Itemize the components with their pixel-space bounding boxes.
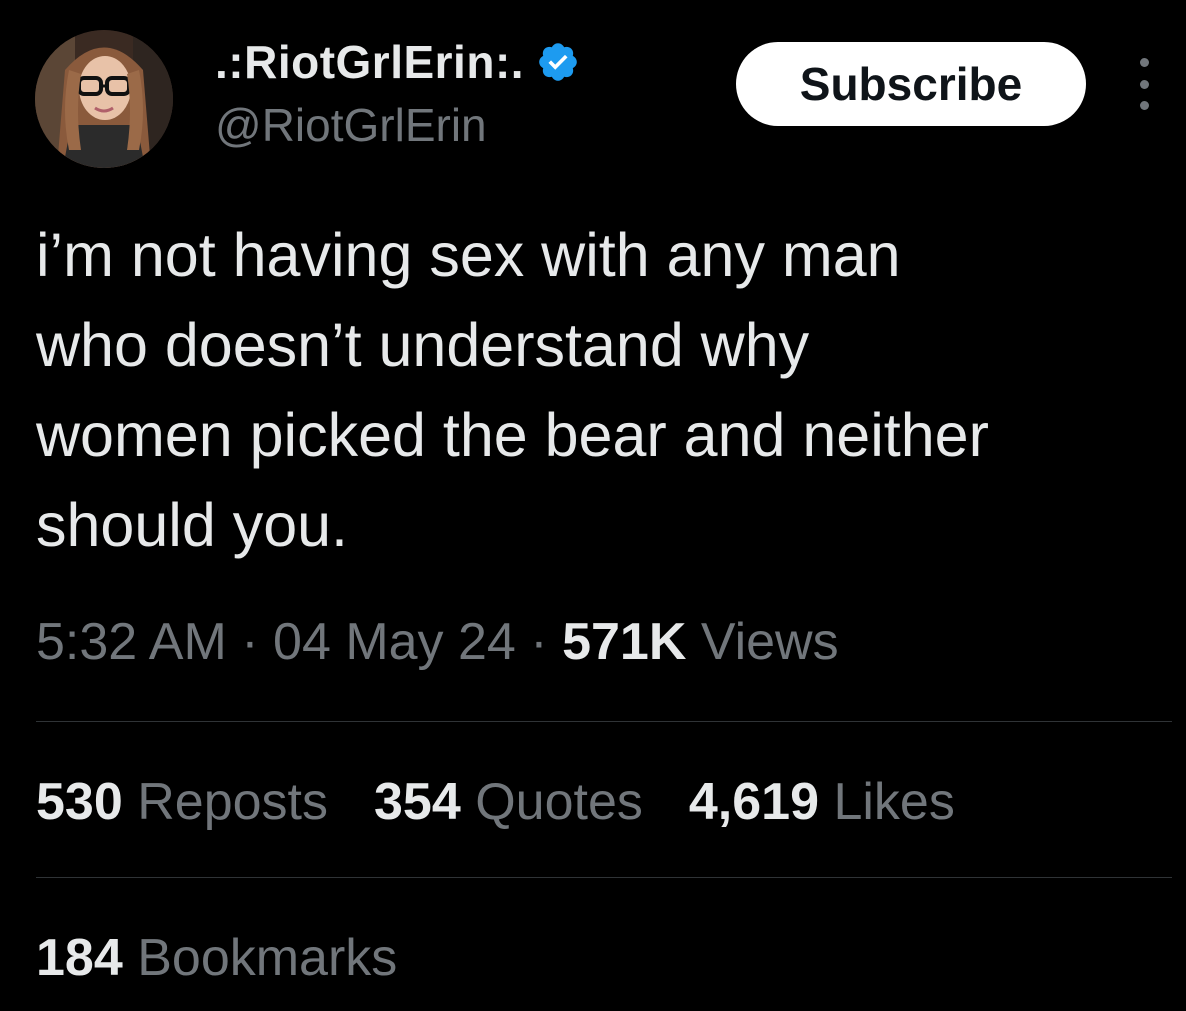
- avatar-photo: [35, 30, 173, 168]
- tweet-date[interactable]: 04 May 24: [273, 613, 516, 671]
- meta-separator: ·: [241, 613, 259, 671]
- tweet-text: i’m not having sex with any man who does…: [36, 221, 989, 559]
- more-vertical-icon[interactable]: [1124, 58, 1164, 110]
- author-display-name[interactable]: .:RiotGrlErin:.: [215, 35, 524, 89]
- divider: [36, 721, 1172, 722]
- tweet-time[interactable]: 5:32 AM: [36, 613, 227, 671]
- bookmarks-stat[interactable]: 184 Bookmarks: [36, 928, 397, 988]
- views-label: Views: [700, 613, 839, 671]
- author-name-row: .:RiotGrlErin:.: [215, 34, 580, 90]
- likes-label: Likes: [833, 773, 955, 831]
- more-dot: [1139, 58, 1149, 67]
- more-dot: [1139, 101, 1149, 110]
- views-count: 571K: [562, 613, 687, 671]
- quotes-label: Quotes: [475, 773, 643, 831]
- subscribe-button[interactable]: Subscribe: [736, 42, 1086, 126]
- engagement-stats: 530 Reposts 354 Quotes 4,619 Likes: [36, 772, 1001, 832]
- quotes-count: 354: [373, 773, 461, 831]
- likes-stat[interactable]: 4,619 Likes: [689, 772, 955, 832]
- divider: [36, 877, 1172, 878]
- tweet-meta: 5:32 AM · 04 May 24 · 571K Views: [36, 612, 839, 672]
- meta-separator: ·: [530, 613, 548, 671]
- verified-badge-icon: [536, 40, 580, 84]
- likes-count: 4,619: [688, 773, 819, 831]
- avatar[interactable]: [35, 30, 173, 168]
- reposts-stat[interactable]: 530 Reposts: [36, 772, 328, 832]
- more-dot: [1139, 79, 1149, 89]
- quotes-stat[interactable]: 354 Quotes: [374, 772, 643, 832]
- bookmarks-count: 184: [36, 929, 123, 987]
- author-handle[interactable]: @RiotGrlErin: [215, 98, 487, 152]
- reposts-count: 530: [36, 773, 123, 831]
- bookmarks-label: Bookmarks: [137, 929, 398, 987]
- reposts-label: Reposts: [137, 773, 328, 831]
